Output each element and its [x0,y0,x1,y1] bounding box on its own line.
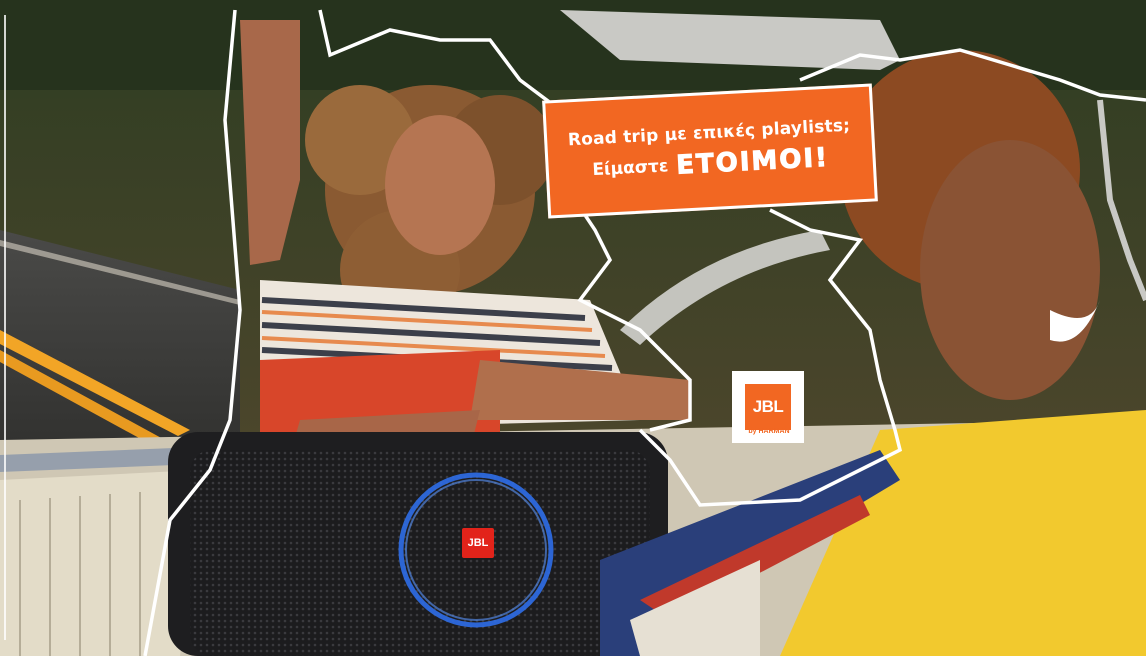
jbl-logo-subtext: by HARMAN [748,428,790,435]
speaker-logo-text: JBL [467,537,489,549]
banner-line2-prefix: Είμαστε [591,156,669,181]
banner-emphasis-word: ΕΤΟΙΜΟΙ! [675,142,830,181]
jbl-logo-square: JBL [745,384,791,430]
headline-banner: Road trip με επικές playlists; Είμαστε Ε… [542,83,878,219]
jbl-logo-text: JBL [752,397,784,416]
banner-line2: Είμαστε ΕΤΟΙΜΟΙ! [591,142,830,185]
speaker-jbl-logo: JBL [462,528,494,558]
face [385,115,495,255]
face [920,140,1100,400]
banner-box: Road trip με επικές playlists; Είμαστε Ε… [542,83,878,219]
ad-photo: JBL Road trip με επικές playlists; Είμασ… [0,0,1146,656]
